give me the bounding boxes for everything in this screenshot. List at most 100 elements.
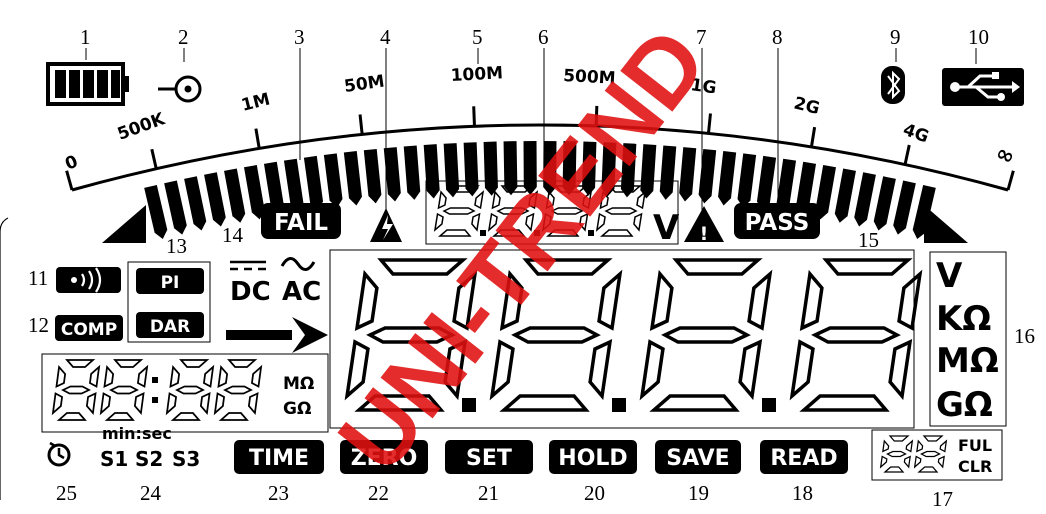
timer-icon — [47, 441, 71, 467]
svg-text:SAVE: SAVE — [666, 446, 729, 471]
digit-segment — [920, 450, 941, 458]
scale-tick — [903, 144, 911, 165]
callout-7: 7 — [696, 25, 707, 49]
digit-segment — [199, 392, 211, 416]
bar-segment — [893, 180, 916, 235]
callout-9: 9 — [890, 25, 901, 49]
digit-segment — [88, 364, 101, 388]
callout-18: 18 — [792, 481, 813, 505]
memory-digit — [879, 435, 914, 473]
callout-16: 16 — [1014, 324, 1035, 348]
svg-text:FAIL: FAIL — [274, 210, 328, 236]
digit-segment — [170, 412, 201, 421]
scale-tick — [358, 114, 364, 135]
unit-gohm: GΩ — [936, 385, 993, 425]
timer-digit — [165, 359, 215, 421]
digit-segment — [738, 339, 763, 401]
decimal-point — [612, 398, 626, 412]
digit-segment — [916, 439, 924, 453]
time-button: TIME — [234, 440, 324, 474]
pass-indicator: PASS — [734, 203, 820, 239]
digit-segment — [437, 190, 447, 210]
dc-ac-group: DC AC — [230, 257, 321, 307]
scale-label-infinity: ∞ — [992, 141, 1019, 171]
callout-15: 15 — [858, 228, 879, 252]
set-button: SET — [445, 440, 533, 474]
digit-segment — [597, 269, 623, 331]
digit-segment — [747, 269, 773, 331]
callout-24: 24 — [140, 481, 162, 505]
digit-segment — [433, 212, 444, 232]
digit-segment — [897, 269, 923, 331]
svg-text:!: ! — [700, 223, 709, 245]
digit-segment — [99, 392, 112, 416]
decimal-point — [762, 398, 776, 412]
digit-segment — [61, 385, 91, 395]
bar-segment — [303, 155, 324, 211]
svg-text:PASS: PASS — [745, 210, 810, 236]
digit-segment — [639, 339, 665, 401]
callout-14: 14 — [222, 223, 244, 247]
callout-1: 1 — [80, 25, 91, 49]
callout-8: 8 — [772, 25, 783, 49]
digit-segment — [905, 439, 914, 453]
digit-segment — [474, 190, 485, 210]
bar-segment — [184, 176, 207, 231]
callout-11: 11 — [28, 266, 48, 290]
bar-segment — [204, 172, 226, 227]
s3-label: S3 — [172, 447, 200, 471]
digit-segment — [633, 212, 643, 232]
digit-segment — [175, 385, 205, 395]
scale-tick — [1006, 170, 1015, 191]
bar-segment — [224, 168, 246, 223]
digit-segment — [937, 455, 945, 469]
digit-segment — [649, 269, 674, 331]
digit-segment — [672, 258, 763, 276]
digit-segment — [85, 392, 97, 416]
dc-symbol-icon — [230, 260, 266, 271]
bar-segment — [834, 168, 856, 223]
bar-segment — [679, 147, 697, 202]
callout-10: 10 — [968, 25, 989, 49]
digit-segment — [922, 435, 944, 442]
digit-segment — [939, 439, 948, 453]
callout-23: 23 — [268, 481, 289, 505]
right-range-arrow — [924, 205, 968, 243]
bar-segment — [144, 184, 168, 240]
digit-segment — [165, 392, 178, 416]
scale-label-50m: 50M — [343, 71, 386, 96]
digit-segment — [588, 339, 613, 401]
svg-text:PI: PI — [161, 273, 180, 293]
bluetooth-icon — [881, 66, 905, 104]
scale-label-0: 0 — [62, 152, 81, 175]
svg-text:TIME: TIME — [249, 446, 309, 471]
dar-indicator: DAR — [136, 312, 204, 338]
digit-segment — [247, 392, 259, 416]
bar-segment — [323, 153, 343, 208]
hold-button: HOLD — [549, 440, 637, 474]
digit-segment — [822, 258, 913, 276]
lcd-segment-diagram: 1 2 3 4 5 6 7 8 9 10 11 12 13 14 15 16 1… — [0, 9, 1035, 511]
scale-tick — [254, 128, 261, 149]
s1-label: S1 — [100, 447, 128, 471]
bar-segment — [873, 176, 896, 231]
left-range-arrow — [102, 205, 146, 243]
main-digit — [639, 258, 773, 412]
warning-icon: ! — [684, 206, 724, 245]
dc-label: DC — [230, 277, 271, 307]
memory-clr-label: CLR — [958, 457, 992, 476]
callout-6: 6 — [538, 25, 549, 49]
callout-21: 21 — [478, 481, 499, 505]
bar-segment — [403, 145, 421, 200]
digit-segment — [903, 455, 911, 469]
digit-segment — [223, 385, 253, 395]
digit-segment — [799, 394, 890, 412]
digit-segment — [913, 455, 922, 469]
main-digit — [789, 258, 923, 412]
bar-segment — [698, 148, 717, 204]
digit-segment — [917, 466, 939, 473]
digit-segment — [179, 359, 210, 368]
digit-segment — [442, 207, 476, 215]
s2-label: S2 — [135, 447, 163, 471]
callout-17: 17 — [932, 487, 953, 511]
